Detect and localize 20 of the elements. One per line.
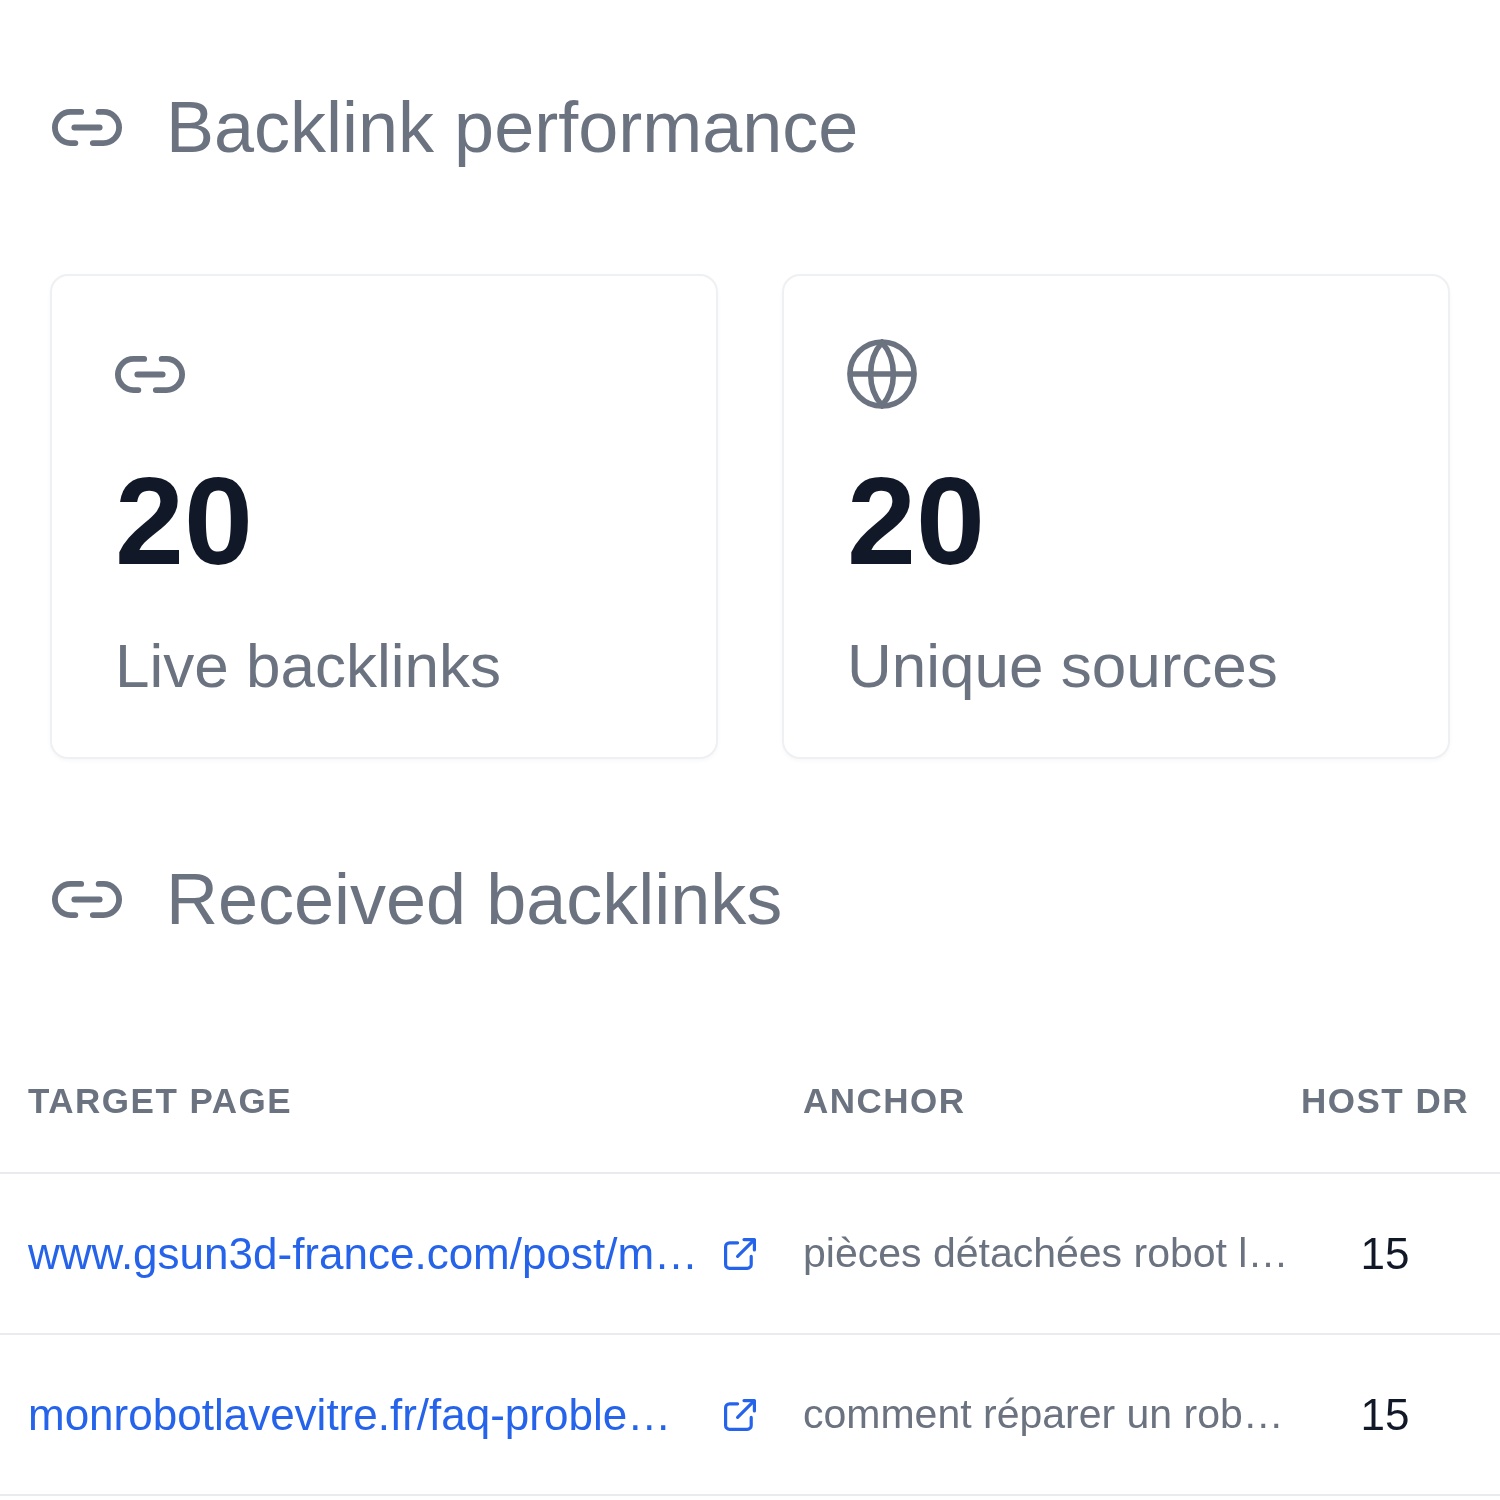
globe-icon (847, 339, 917, 409)
stat-value: 20 (847, 459, 986, 583)
external-link-icon[interactable] (724, 1237, 756, 1270)
external-link-icon[interactable] (724, 1398, 756, 1431)
host-dr-value: 15 (1360, 1389, 1410, 1439)
column-header: TARGET PAGE (27, 1080, 294, 1121)
link-icon (52, 880, 122, 918)
host-dr-value: 15 (1360, 1228, 1410, 1278)
page-link[interactable]: monrobotlavevitre.fr/faq-proble… (28, 1389, 672, 1440)
anchor-text: pièces détachées robot l… (803, 1230, 1289, 1276)
anchor-text: comment réparer un rob… (803, 1391, 1284, 1437)
column-header: HOST DR (1300, 1080, 1470, 1121)
page-link[interactable]: www.gsun3d-france.com/post/m… (28, 1228, 699, 1279)
column-header: ANCHOR (802, 1080, 967, 1121)
section-title: Received backlinks (166, 859, 783, 939)
stat-label: Live backlinks (115, 635, 502, 697)
section-title: Backlink performance (166, 87, 859, 167)
link-icon (52, 108, 122, 146)
link-icon (115, 355, 185, 393)
stat-value: 20 (115, 459, 254, 583)
